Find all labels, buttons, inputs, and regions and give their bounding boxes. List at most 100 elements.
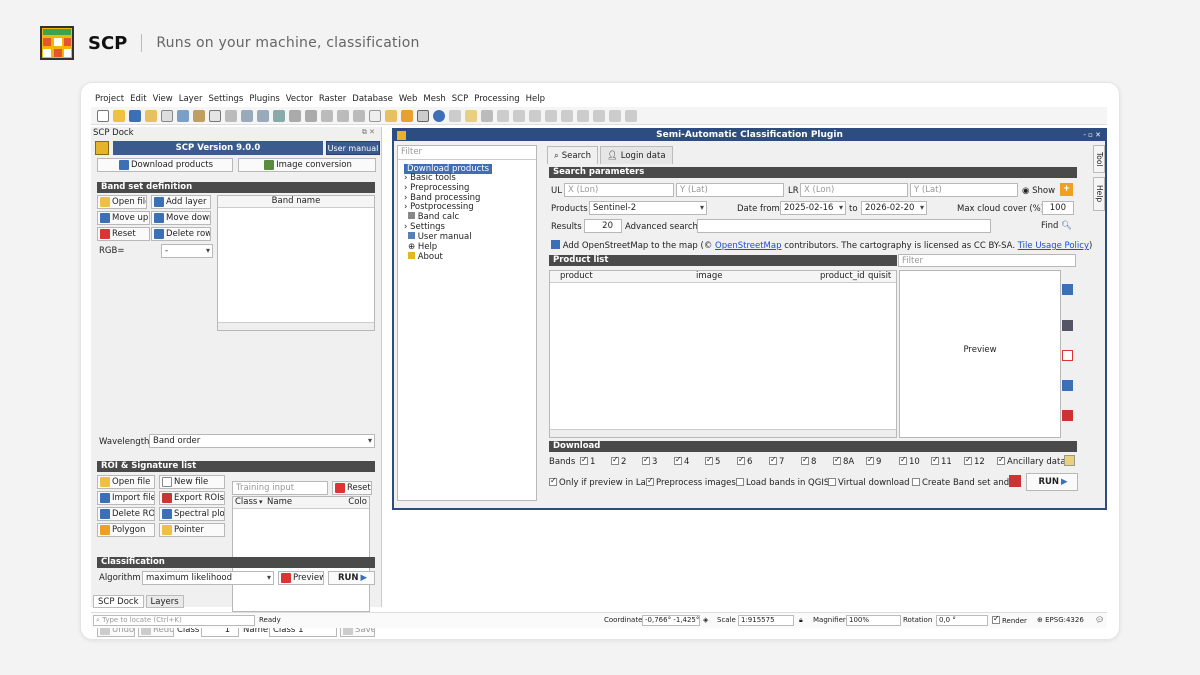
preprocess-checkbox[interactable]: Preprocess images <box>646 476 736 488</box>
save-project-icon[interactable] <box>129 109 141 122</box>
rotation-field[interactable]: 0,0 ° <box>936 615 988 626</box>
window-controls-icon[interactable]: ‑ ▫ ✕ <box>1083 130 1101 141</box>
wavelength-select[interactable]: Band order <box>149 434 375 448</box>
crs-button[interactable]: ⊕ EPSG:4326 <box>1037 616 1084 624</box>
redo-icon[interactable] <box>625 109 637 122</box>
tree-preprocessing[interactable]: › Preprocessing <box>404 183 469 193</box>
zoom-out-icon[interactable] <box>257 109 269 122</box>
col-product-id[interactable]: product_id <box>820 271 865 282</box>
paste-features-icon[interactable] <box>593 109 605 122</box>
band-1-checkbox[interactable]: 1 <box>580 455 595 467</box>
max-cloud-spinbox[interactable]: 100 <box>1042 201 1074 215</box>
only-preview-checkbox[interactable]: Only if preview in La <box>549 476 646 488</box>
user-manual-button[interactable]: User manual <box>326 141 380 155</box>
messages-icon[interactable]: 💬︎ <box>1095 616 1104 624</box>
bookmark-icon[interactable] <box>385 109 397 122</box>
tree-about[interactable]: About <box>408 252 443 262</box>
export-list-icon[interactable] <box>1062 410 1073 421</box>
menu-web[interactable]: Web <box>399 94 418 104</box>
download-products-button[interactable]: Download products <box>97 158 233 172</box>
remove-product-icon[interactable] <box>1062 320 1073 331</box>
rgb-select[interactable]: - <box>161 244 213 258</box>
tab-tool[interactable]: Tool <box>1093 145 1105 173</box>
date-from-input[interactable]: 2025-02-16 <box>780 201 846 215</box>
menu-view[interactable]: View <box>153 94 173 104</box>
cut-features-icon[interactable] <box>561 109 573 122</box>
signature-table[interactable]: Class ▾ Name Colo <box>232 496 370 612</box>
menu-vector[interactable]: Vector <box>286 94 313 104</box>
add-extent-icon[interactable]: + <box>1060 183 1073 196</box>
tree-help[interactable]: ⊕ Help <box>408 242 437 252</box>
menu-layer[interactable]: Layer <box>179 94 203 104</box>
band-4-checkbox[interactable]: 4 <box>674 455 689 467</box>
lr-x-input[interactable]: X (Lon) <box>800 183 908 197</box>
lr-y-input[interactable]: Y (Lat) <box>910 183 1018 197</box>
save-as-icon[interactable] <box>145 109 157 122</box>
load-bands-checkbox[interactable]: Load bands in QGIS <box>736 478 829 488</box>
create-band-set-checkbox[interactable]: Create Band set and <box>912 478 1009 488</box>
render-checkbox[interactable]: Render <box>992 614 1027 625</box>
tree-filter-input[interactable]: Filter <box>398 146 536 160</box>
delete-row-button[interactable]: Delete row <box>151 227 211 241</box>
band-open-file-button[interactable]: Open file <box>97 195 147 209</box>
show-bookmarks-icon[interactable] <box>401 109 413 122</box>
col-color[interactable]: Colo <box>348 497 367 508</box>
image-info-icon[interactable] <box>1062 284 1073 295</box>
menu-scp[interactable]: SCP <box>452 94 468 104</box>
products-select[interactable]: Sentinel-2 <box>589 201 707 215</box>
locator-input[interactable]: ⌕ Type to locate (Ctrl+K) <box>93 615 255 626</box>
pointer-button[interactable]: Pointer <box>159 523 225 537</box>
print-layout-icon[interactable] <box>161 109 173 122</box>
layout-manager-icon[interactable] <box>177 109 189 122</box>
band-3-checkbox[interactable]: 3 <box>642 455 657 467</box>
zoom-in-icon[interactable] <box>241 109 253 122</box>
temporal-controller-icon[interactable] <box>417 109 429 122</box>
zoom-layer-icon[interactable] <box>305 109 317 122</box>
product-horizontal-scrollbar[interactable] <box>550 429 896 437</box>
ancillary-icon[interactable] <box>1064 455 1075 466</box>
band-7-checkbox[interactable]: 7 <box>769 455 784 467</box>
roi-reset-button[interactable]: Reset <box>332 481 372 495</box>
vertex-tool-icon[interactable] <box>513 109 525 122</box>
magnifier-field[interactable]: 100% <box>846 615 901 626</box>
new-file-button[interactable]: New file <box>159 475 225 489</box>
import-file-button[interactable]: Import file <box>97 491 155 505</box>
copy-features-icon[interactable] <box>577 109 589 122</box>
tab-layers[interactable]: Layers <box>145 595 184 608</box>
tab-scp-dock[interactable]: SCP Dock <box>93 595 144 608</box>
move-down-button[interactable]: Move down <box>151 211 211 225</box>
import-list-icon[interactable] <box>1062 380 1073 391</box>
band-8a-checkbox[interactable]: 8A <box>833 455 854 467</box>
classification-preview-button[interactable]: Preview <box>278 571 324 585</box>
col-acquisition[interactable]: quisit <box>868 271 891 282</box>
show-radio[interactable]: ◉ Show <box>1022 186 1055 196</box>
date-to-input[interactable]: 2026-02-20 <box>861 201 927 215</box>
pan-to-selection-icon[interactable] <box>225 109 237 122</box>
new-project-icon[interactable] <box>97 109 109 122</box>
add-layer-button[interactable]: Add layer <box>151 195 211 209</box>
delete-selected-icon[interactable] <box>545 109 557 122</box>
algorithm-select[interactable]: maximum likelihood <box>142 571 274 585</box>
polygon-button[interactable]: Polygon <box>97 523 155 537</box>
ancillary-data-checkbox[interactable]: Ancillary data <box>997 455 1066 467</box>
spectral-plot-button[interactable]: Spectral plot <box>159 507 225 521</box>
refresh-icon[interactable] <box>433 109 445 122</box>
open-project-icon[interactable] <box>113 109 125 122</box>
zoom-next-icon[interactable] <box>353 109 365 122</box>
menu-help[interactable]: Help <box>526 94 545 104</box>
tree-settings[interactable]: › Settings <box>404 222 445 232</box>
zoom-selection-icon[interactable] <box>289 109 301 122</box>
col-image[interactable]: image <box>696 271 722 282</box>
toggle-editing-icon[interactable] <box>465 109 477 122</box>
image-conversion-button[interactable]: Image conversion <box>238 158 376 172</box>
digitize-icon[interactable] <box>449 109 461 122</box>
horizontal-scrollbar[interactable] <box>218 322 374 330</box>
menu-database[interactable]: Database <box>352 94 393 104</box>
menu-plugins[interactable]: Plugins <box>249 94 279 104</box>
band-2-checkbox[interactable]: 2 <box>611 455 626 467</box>
band-5-checkbox[interactable]: 5 <box>705 455 720 467</box>
advanced-search-input[interactable] <box>697 219 991 233</box>
band-reset-button[interactable]: Reset <box>97 227 150 241</box>
find-button[interactable]: Find 🔍︎ <box>1041 221 1072 231</box>
menu-raster[interactable]: Raster <box>319 94 346 104</box>
